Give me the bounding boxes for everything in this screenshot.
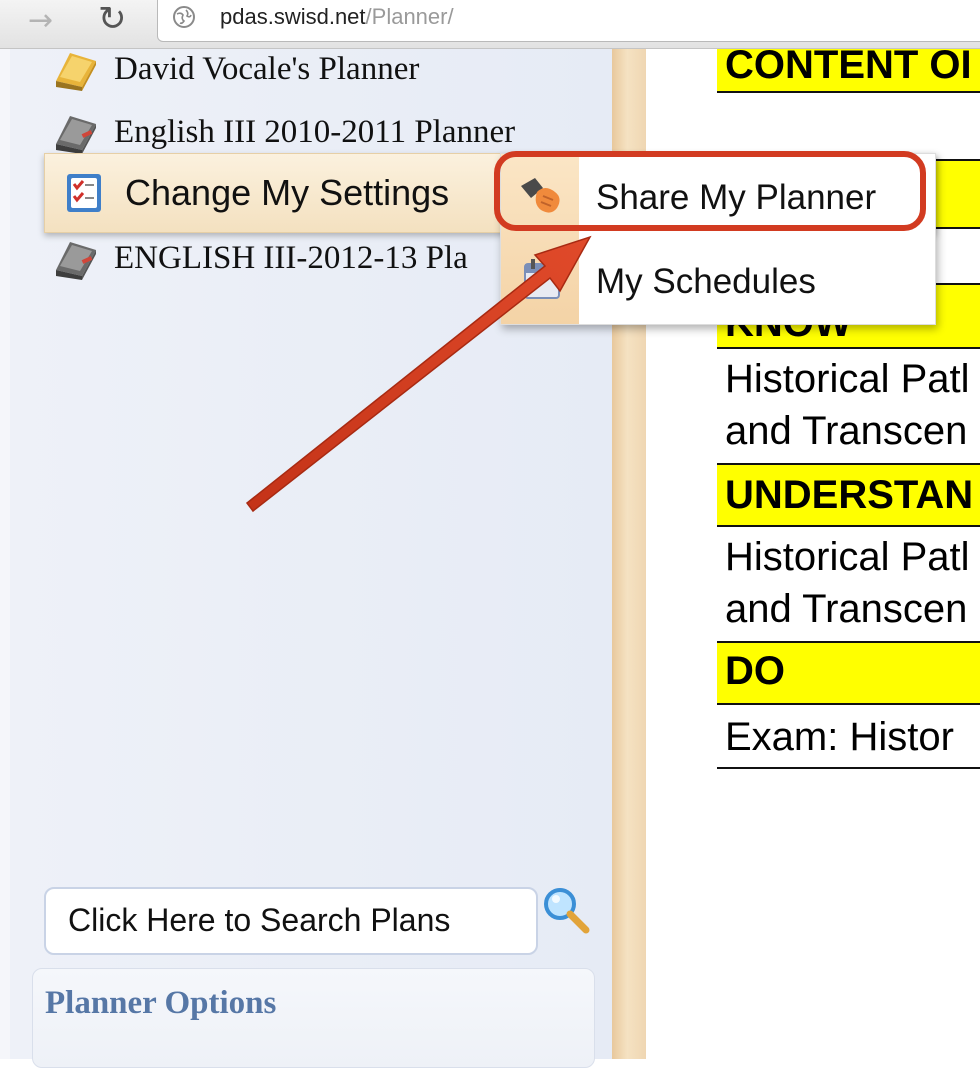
browser-toolbar: → ↻ pdas.swisd.net/Planner/ (0, 0, 980, 49)
sidebar-item-label: English III 2010-2011 Planner (114, 113, 516, 150)
table-row: Exam: Histor (717, 705, 980, 769)
planner-book-icon (52, 110, 100, 154)
forward-icon[interactable]: → (28, 6, 53, 36)
table-row: DO (717, 643, 980, 705)
planner-book-icon (52, 236, 100, 280)
table-row: Historical Patl and Transcen (717, 349, 980, 465)
sidebar-item-english-2012-planner[interactable]: ENGLISH III-2012-13 Pla (52, 233, 468, 283)
settings-checklist-icon (67, 174, 101, 212)
table-row: Historical Patl and Transcen (717, 527, 980, 643)
sidebar-item-english-2010-planner[interactable]: English III 2010-2011 Planner (52, 107, 515, 157)
url-text: pdas.swisd.net/Planner/ (220, 4, 454, 29)
address-bar[interactable]: pdas.swisd.net/Planner/ (157, 0, 980, 42)
sidebar-item-label: Change My Settings (125, 172, 450, 213)
table-row: UNDERSTAN (717, 465, 980, 527)
sidebar-item-david-planner[interactable]: David Vocale's Planner (52, 44, 419, 94)
sidebar-item-label: ENGLISH III-2012-13 Pla (114, 239, 468, 276)
table-row: CONTENT OI (717, 49, 980, 93)
reload-icon[interactable]: ↻ (98, 2, 127, 36)
menu-item-my-schedules[interactable]: My Schedules (501, 242, 935, 322)
search-plans-label: Click Here to Search Plans (68, 902, 451, 938)
planner-book-icon (52, 47, 100, 91)
search-plans-field[interactable]: Click Here to Search Plans (44, 887, 538, 955)
planner-options-panel: Planner Options (32, 968, 595, 1068)
menu-item-label: My Schedules (596, 262, 816, 301)
schedule-icon (524, 259, 560, 299)
highlight-box-annotation (494, 151, 926, 231)
globe-icon (173, 6, 195, 28)
search-icon[interactable] (540, 884, 594, 938)
planner-options-title: Planner Options (45, 985, 277, 1021)
sidebar-item-label: David Vocale's Planner (114, 50, 420, 87)
